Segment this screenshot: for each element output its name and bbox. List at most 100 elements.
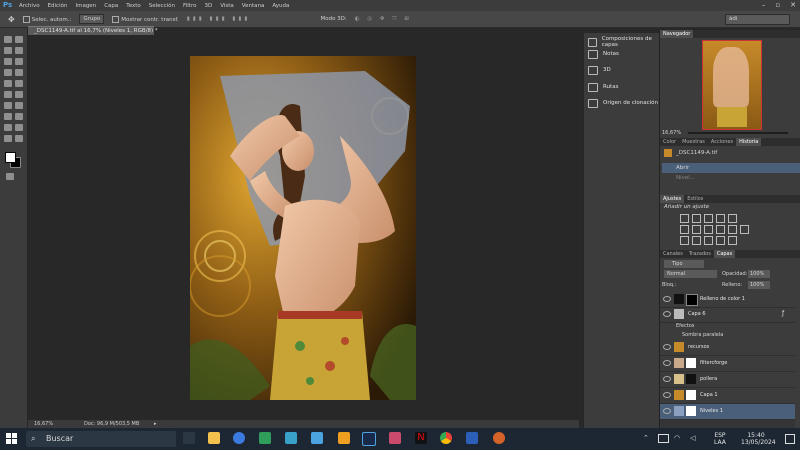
visibility-eye-icon[interactable] bbox=[663, 392, 671, 398]
move-tool-icon[interactable] bbox=[4, 36, 12, 43]
hue-saturation-icon[interactable] bbox=[680, 225, 689, 234]
dock-item-paths[interactable]: Rutas bbox=[588, 81, 618, 93]
tab-layers[interactable]: Capas bbox=[713, 250, 736, 258]
channel-mixer-icon[interactable] bbox=[728, 225, 737, 234]
tab-navigator[interactable]: Navegador bbox=[660, 30, 694, 38]
lasso-tool-icon[interactable] bbox=[4, 47, 12, 54]
hand-tool-icon[interactable] bbox=[4, 135, 12, 142]
dock-item-notes[interactable]: Notas bbox=[588, 48, 619, 60]
layer-row[interactable]: Capa 6 ƒ bbox=[660, 307, 795, 323]
visibility-eye-icon[interactable] bbox=[663, 408, 671, 414]
effects-label[interactable]: Efectos bbox=[676, 323, 694, 329]
opacity-field[interactable]: 100% bbox=[748, 270, 770, 278]
volume-icon[interactable]: ◁ bbox=[690, 434, 695, 442]
maximize-icon[interactable]: ▫ bbox=[775, 1, 780, 9]
layer-row[interactable]: pollera bbox=[660, 372, 795, 388]
tab-channels[interactable]: Canales bbox=[660, 250, 686, 258]
menu-ayuda[interactable]: Ayuda bbox=[272, 3, 289, 9]
tab-swatches[interactable]: Muestras bbox=[679, 138, 708, 146]
navigator-zoom-slider[interactable] bbox=[688, 132, 788, 134]
language-indicator[interactable]: ESP LAA bbox=[714, 432, 726, 446]
netflix-icon[interactable]: N bbox=[415, 432, 427, 444]
navigator-zoom[interactable]: 16,67% bbox=[662, 130, 681, 136]
history-step-open[interactable]: Abrir bbox=[662, 163, 800, 173]
path-select-tool-icon[interactable] bbox=[4, 124, 12, 131]
menu-edicion[interactable]: Edición bbox=[48, 3, 68, 9]
visibility-eye-icon[interactable] bbox=[663, 311, 671, 317]
network-icon[interactable] bbox=[658, 434, 669, 443]
color-lookup-icon[interactable] bbox=[740, 225, 749, 234]
tray-chevron-icon[interactable]: ⌃ bbox=[643, 434, 649, 442]
visibility-eye-icon[interactable] bbox=[663, 296, 671, 302]
layer-row-selected[interactable]: Niveles 1 bbox=[660, 404, 795, 420]
exposure-icon[interactable] bbox=[716, 214, 725, 223]
pen-tool-icon[interactable] bbox=[4, 113, 12, 120]
auto-select-checkbox[interactable]: Selec. autom.: bbox=[22, 15, 71, 23]
dock-item-clone-source[interactable]: Origen de clonación bbox=[588, 97, 658, 109]
healing-tool-icon[interactable] bbox=[4, 69, 12, 76]
drop-shadow-effect[interactable]: Sombra paralela bbox=[682, 332, 723, 338]
clock[interactable]: 15:40 13/05/2024 bbox=[741, 432, 776, 446]
menu-seleccion[interactable]: Selección bbox=[149, 3, 175, 9]
curves-icon[interactable] bbox=[704, 214, 713, 223]
dock-item-layer-comps[interactable]: Composiciones de capas bbox=[588, 36, 659, 48]
mode-3d-icons[interactable]: ◐ ◎ ✥ ⤧ ⊞ bbox=[355, 16, 412, 23]
app-icon-2[interactable] bbox=[493, 432, 505, 444]
visibility-eye-icon[interactable] bbox=[663, 344, 671, 350]
clone-stamp-tool-icon[interactable] bbox=[4, 80, 12, 87]
menu-texto[interactable]: Texto bbox=[126, 3, 141, 9]
move-tool-icon[interactable]: ✥ bbox=[8, 15, 15, 24]
vibrance-icon[interactable] bbox=[728, 214, 737, 223]
file-explorer-icon[interactable] bbox=[208, 432, 220, 444]
windows-start-icon[interactable] bbox=[6, 433, 18, 445]
history-snapshot[interactable]: _DSC1149-A.tif bbox=[662, 148, 800, 158]
menu-archivo[interactable]: Archivo bbox=[19, 3, 40, 9]
marquee-tool-icon[interactable] bbox=[15, 36, 23, 43]
eyedropper-tool-icon[interactable] bbox=[15, 58, 23, 65]
workspace-select[interactable]: ádi bbox=[725, 14, 790, 25]
menu-capa[interactable]: Capa bbox=[104, 3, 118, 9]
app-icon[interactable] bbox=[389, 432, 401, 444]
menu-filtro[interactable]: Filtro bbox=[183, 3, 196, 9]
doc-size-readout[interactable]: Doc: 96,9 M/503,5 MB bbox=[84, 420, 139, 428]
type-tool-icon[interactable] bbox=[15, 113, 23, 120]
minimize-icon[interactable]: – bbox=[762, 1, 766, 9]
invert-icon[interactable] bbox=[680, 236, 689, 245]
navigator-preview[interactable] bbox=[702, 40, 762, 130]
taskbar-search[interactable]: ⌕ Buscar bbox=[26, 431, 176, 447]
layer-filter-dropdown[interactable]: Tipo bbox=[664, 260, 704, 268]
visibility-eye-icon[interactable] bbox=[663, 376, 671, 382]
menu-3d[interactable]: 3D bbox=[204, 3, 212, 9]
blur-tool-icon[interactable] bbox=[4, 102, 12, 109]
quick-mask-icon[interactable] bbox=[6, 173, 14, 180]
mail-icon[interactable] bbox=[285, 432, 297, 444]
visibility-eye-icon[interactable] bbox=[663, 360, 671, 366]
brightness-icon[interactable] bbox=[680, 214, 689, 223]
menu-vista[interactable]: Vista bbox=[220, 3, 234, 9]
tab-adjustments[interactable]: Ajustes bbox=[660, 195, 685, 203]
fx-icon[interactable]: ƒ bbox=[782, 310, 784, 317]
crop-tool-icon[interactable] bbox=[4, 58, 12, 65]
fill-field[interactable]: 100% bbox=[748, 281, 770, 289]
layer-row[interactable]: recursos bbox=[660, 340, 795, 356]
photo-filter-icon[interactable] bbox=[716, 225, 725, 234]
document-image[interactable] bbox=[190, 56, 416, 400]
wifi-icon[interactable]: ◠ bbox=[674, 434, 680, 442]
blend-mode-dropdown[interactable]: Normal bbox=[664, 270, 717, 278]
dodge-tool-icon[interactable] bbox=[15, 102, 23, 109]
excel-icon[interactable] bbox=[259, 432, 271, 444]
levels-icon[interactable] bbox=[692, 214, 701, 223]
store-icon[interactable] bbox=[311, 432, 323, 444]
black-white-icon[interactable] bbox=[704, 225, 713, 234]
tab-history[interactable]: Historia bbox=[736, 138, 762, 146]
close-icon[interactable]: ✕ bbox=[790, 1, 796, 9]
selective-color-icon[interactable] bbox=[728, 236, 737, 245]
photoshop-taskbar-icon[interactable] bbox=[362, 432, 376, 446]
quick-select-tool-icon[interactable] bbox=[15, 47, 23, 54]
layer-row[interactable]: Capa 1 bbox=[660, 388, 795, 404]
menu-ventana[interactable]: Ventana bbox=[242, 3, 265, 9]
tab-styles[interactable]: Estilos bbox=[684, 195, 706, 203]
dock-item-3d[interactable]: 3D bbox=[588, 64, 611, 76]
gradient-tool-icon[interactable] bbox=[15, 91, 23, 98]
word-icon[interactable] bbox=[466, 432, 478, 444]
